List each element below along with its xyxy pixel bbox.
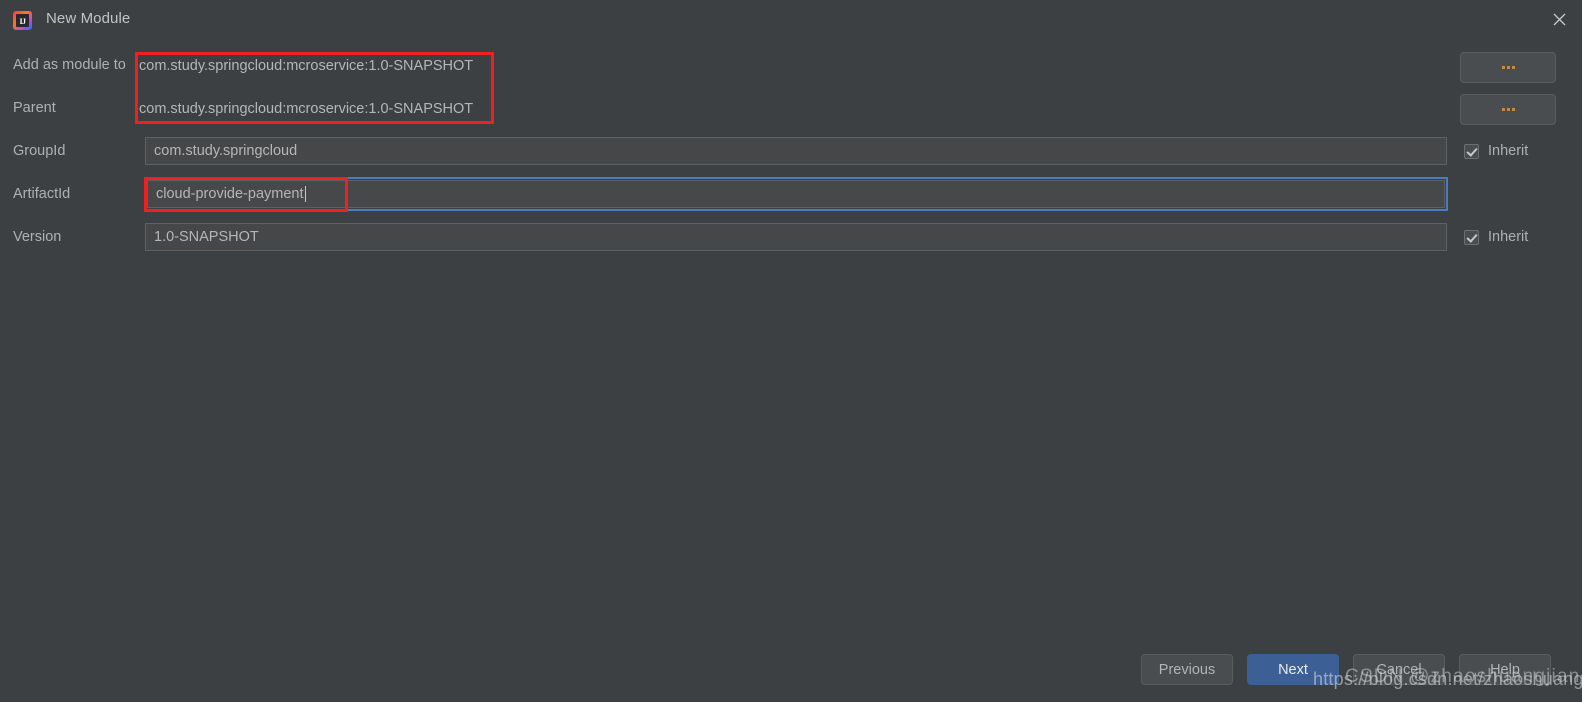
version-input[interactable]: 1.0-SNAPSHOT xyxy=(145,223,1447,251)
checkbox-icon xyxy=(1464,143,1479,159)
text-caret xyxy=(304,186,306,202)
artifact-id-value: cloud-provide-payment xyxy=(156,186,304,202)
intellij-idea-icon: IJ xyxy=(13,11,32,30)
parent-label: Parent xyxy=(13,100,56,116)
ellipsis-icon xyxy=(1501,108,1515,111)
help-button[interactable]: Help xyxy=(1459,654,1551,685)
cancel-button[interactable]: Cancel xyxy=(1353,654,1445,685)
version-label: Version xyxy=(13,229,62,245)
add-as-module-to-combo[interactable]: com.study.springcloud:mcroservice:1.0-SN… xyxy=(139,58,473,74)
checkbox-icon xyxy=(1464,229,1479,245)
ellipsis-icon xyxy=(1501,66,1515,69)
add-as-module-to-browse-button[interactable] xyxy=(1460,52,1556,83)
artifact-id-input[interactable]: cloud-provide-payment xyxy=(144,177,1448,211)
dialog-title-bar: IJ New Module xyxy=(0,0,1582,41)
group-id-input[interactable]: com.study.springcloud xyxy=(145,137,1447,165)
parent-browse-button[interactable] xyxy=(1460,94,1556,125)
previous-button[interactable]: Previous xyxy=(1141,654,1233,685)
group-id-inherit-label: Inherit xyxy=(1488,143,1529,159)
parent-combo[interactable]: com.study.springcloud:mcroservice:1.0-SN… xyxy=(139,101,473,117)
group-id-inherit-checkbox[interactable]: Inherit xyxy=(1464,143,1528,159)
add-as-module-to-label: Add as module to xyxy=(13,57,126,73)
dialog-title: New Module xyxy=(46,10,131,27)
version-inherit-label: Inherit xyxy=(1488,229,1529,245)
artifact-id-label: ArtifactId xyxy=(13,186,71,202)
version-inherit-checkbox[interactable]: Inherit xyxy=(1464,229,1528,245)
group-id-label: GroupId xyxy=(13,143,66,159)
next-button[interactable]: Next xyxy=(1247,654,1339,685)
close-icon[interactable] xyxy=(1536,0,1582,38)
intellij-idea-icon-glyph: IJ xyxy=(19,17,26,26)
